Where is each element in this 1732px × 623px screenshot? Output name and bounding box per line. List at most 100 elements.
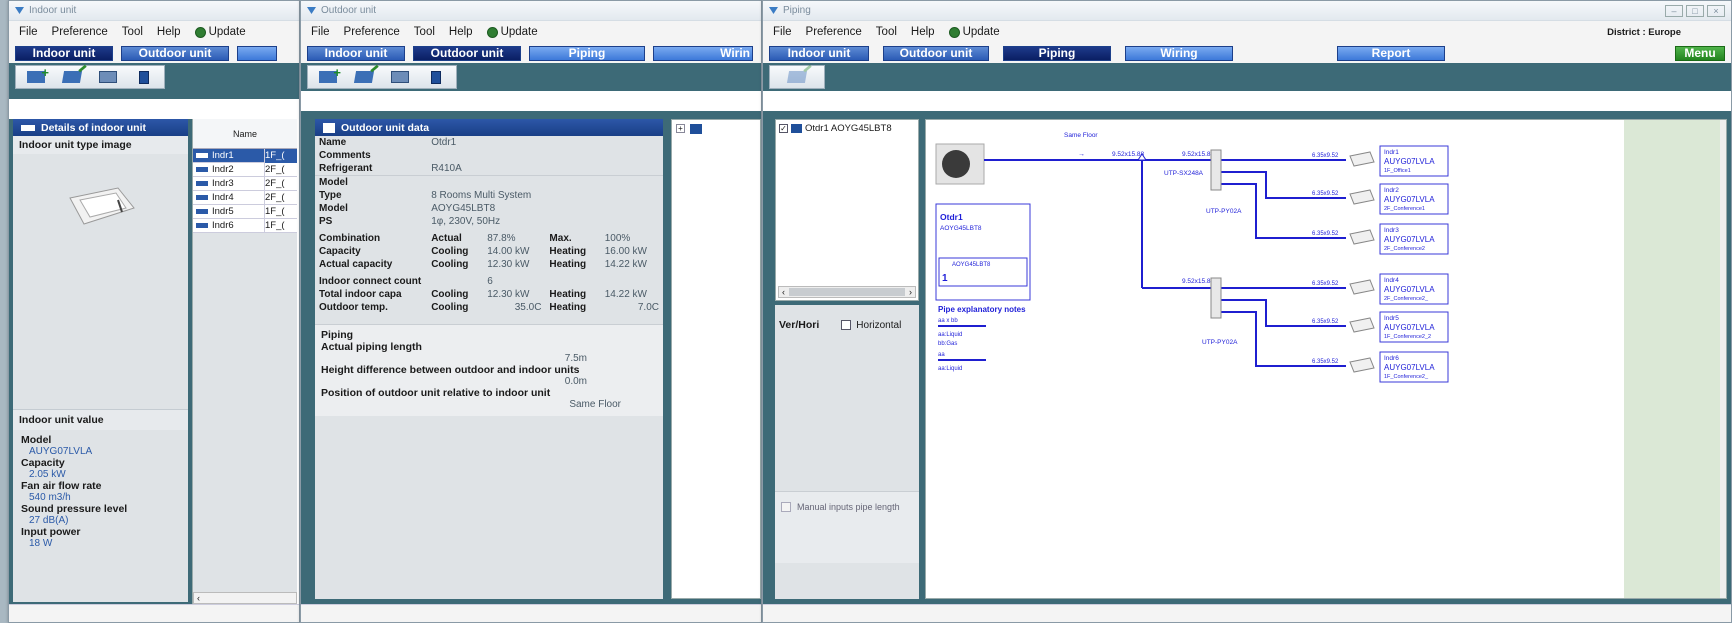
maximize-button[interactable]: □ xyxy=(1686,4,1704,17)
capacity-label: Capacity xyxy=(319,246,361,257)
unit-model: AUYG07LVLA xyxy=(1384,195,1435,204)
menu-tool[interactable]: Tool xyxy=(414,26,435,38)
add-button[interactable] xyxy=(20,65,52,87)
indoor-unit-icon xyxy=(1349,151,1375,167)
heating-label: Heating xyxy=(549,246,587,257)
unit-room: 2F_Conference2 xyxy=(1384,246,1425,252)
tree-node-icon[interactable] xyxy=(690,124,702,134)
tab-outdoor-unit[interactable]: Outdoor unit xyxy=(121,45,229,61)
menu-tool[interactable]: Tool xyxy=(122,26,143,38)
menu-help[interactable]: Help xyxy=(449,26,473,38)
menu-button[interactable]: Menu xyxy=(1675,45,1725,61)
outdoor-temp-heating: 7.0C xyxy=(637,302,659,313)
tab-wiring[interactable]: Wiring xyxy=(1125,45,1233,61)
menu-bar: File Preference Tool Help Update xyxy=(301,21,761,43)
table-row[interactable]: Indr1 1F_( xyxy=(193,149,297,163)
table-row[interactable]: Indr3 2F_( xyxy=(193,176,297,191)
piping-left-pane: ✓ Otdr1 AOYG45LBT8 ‹ › Ver/Hori Horizonta… xyxy=(775,119,919,599)
menu-preference[interactable]: Preference xyxy=(806,26,862,38)
unit-name: Indr6 xyxy=(1384,355,1399,362)
menu-help[interactable]: Help xyxy=(911,26,935,38)
copy-button[interactable] xyxy=(92,67,124,87)
horizontal-scrollbar[interactable]: ‹ xyxy=(193,592,297,604)
row-unit-icon xyxy=(196,181,208,186)
menu-help[interactable]: Help xyxy=(157,26,181,38)
menu-update[interactable]: Update xyxy=(194,26,246,38)
tab-piping[interactable] xyxy=(237,45,277,61)
type-label: Type xyxy=(319,190,342,201)
tab-piping[interactable]: Piping xyxy=(529,45,645,61)
tab-bar: Indoor unit Outdoor unit Piping Wirin xyxy=(301,43,761,63)
capacity-label: Capacity xyxy=(21,457,65,469)
edit-piping-button[interactable] xyxy=(781,67,813,87)
copy-button[interactable] xyxy=(384,67,416,87)
tab-indoor-unit[interactable]: Indoor unit xyxy=(307,45,405,61)
outdoor-unit-icon xyxy=(323,122,335,133)
close-button[interactable]: × xyxy=(1707,4,1725,17)
menu-file[interactable]: File xyxy=(773,26,792,38)
cooling-label: Cooling xyxy=(431,289,469,300)
tab-bar: Indoor unit Outdoor unit xyxy=(9,43,299,63)
ps-label: PS xyxy=(319,216,333,227)
window-title: Piping xyxy=(783,5,811,16)
tree-scrollbar[interactable]: ‹ › xyxy=(778,286,916,298)
options-pane: Ver/Hori Horizontal Manual inputs pipe l… xyxy=(775,305,919,599)
delete-button[interactable] xyxy=(128,67,160,87)
minimize-button[interactable]: – xyxy=(1665,4,1683,17)
table-row[interactable]: Indr2 2F_( xyxy=(193,162,297,177)
delete-button[interactable] xyxy=(420,67,452,87)
outdoor-tree-pane: + xyxy=(671,119,761,599)
edit-button[interactable] xyxy=(56,67,88,87)
comments-label: Comments xyxy=(319,150,371,161)
menu-update[interactable]: Update xyxy=(486,26,538,38)
row-name: Indr4 xyxy=(212,192,234,203)
menu-file[interactable]: File xyxy=(19,26,38,38)
scroll-right-icon[interactable]: › xyxy=(909,287,912,297)
add-button[interactable] xyxy=(312,65,344,87)
tab-indoor-unit[interactable]: Indoor unit xyxy=(15,45,113,61)
edit-piping-icon xyxy=(786,71,808,83)
row-floor: 2F_( xyxy=(264,190,297,205)
unit-name: Indr1 xyxy=(1384,149,1399,156)
menu-file[interactable]: File xyxy=(311,26,330,38)
flow-arrow-icon: → xyxy=(1078,151,1085,158)
tab-outdoor-unit[interactable]: Outdoor unit xyxy=(413,45,521,61)
horizontal-checkbox[interactable] xyxy=(841,320,852,330)
same-floor-label: Same Floor xyxy=(1064,132,1098,139)
combination-label: Combination xyxy=(319,233,381,244)
menu-tool[interactable]: Tool xyxy=(876,26,897,38)
outdoor-box-model: AOYG45LBT8 xyxy=(952,262,991,268)
scroll-thumb[interactable] xyxy=(789,288,905,296)
combination-max: 100% xyxy=(604,233,631,244)
tab-wiring[interactable]: Wirin xyxy=(653,45,753,61)
window-controls: – □ × xyxy=(1665,4,1725,17)
details-header-label: Details of indoor unit xyxy=(41,121,146,134)
menu-preference[interactable]: Preference xyxy=(344,26,400,38)
unit-pipe-label: 6.35x9.52 xyxy=(1312,319,1339,325)
table-row[interactable]: Indr6 1F_( xyxy=(193,218,297,233)
menu-update[interactable]: Update xyxy=(948,26,1000,38)
tab-report[interactable]: Report xyxy=(1337,45,1445,61)
branch-header-1 xyxy=(1210,149,1222,191)
vertical-scrollbar[interactable] xyxy=(1720,120,1727,599)
combination-actual: 87.8% xyxy=(487,233,516,244)
window-title: Indoor unit xyxy=(29,5,77,16)
menu-preference[interactable]: Preference xyxy=(52,26,108,38)
indoor-unit-icon xyxy=(1349,229,1375,245)
sound-label: Sound pressure level xyxy=(21,503,128,515)
refrigerant-value: R410A xyxy=(431,163,462,174)
tab-indoor-unit[interactable]: Indoor unit xyxy=(769,45,869,61)
unit-name: Indr2 xyxy=(1384,187,1399,194)
table-row[interactable]: Indr4 2F_( xyxy=(193,190,297,205)
scroll-left-icon[interactable]: ‹ xyxy=(782,287,785,297)
tree-expand-icon[interactable]: + xyxy=(676,124,685,133)
edit-button[interactable] xyxy=(348,67,380,87)
tab-outdoor-unit[interactable]: Outdoor unit xyxy=(883,45,989,61)
tree-item[interactable]: ✓ Otdr1 AOYG45LBT8 xyxy=(776,120,918,137)
manual-checkbox[interactable] xyxy=(781,502,791,512)
outdoor-name: Otdr1 xyxy=(940,212,963,222)
table-row[interactable]: Indr5 1F_( xyxy=(193,204,297,219)
scroll-left-icon[interactable]: ‹ xyxy=(197,593,200,603)
tree-checkbox[interactable]: ✓ xyxy=(779,124,788,133)
tab-piping[interactable]: Piping xyxy=(1003,45,1111,61)
